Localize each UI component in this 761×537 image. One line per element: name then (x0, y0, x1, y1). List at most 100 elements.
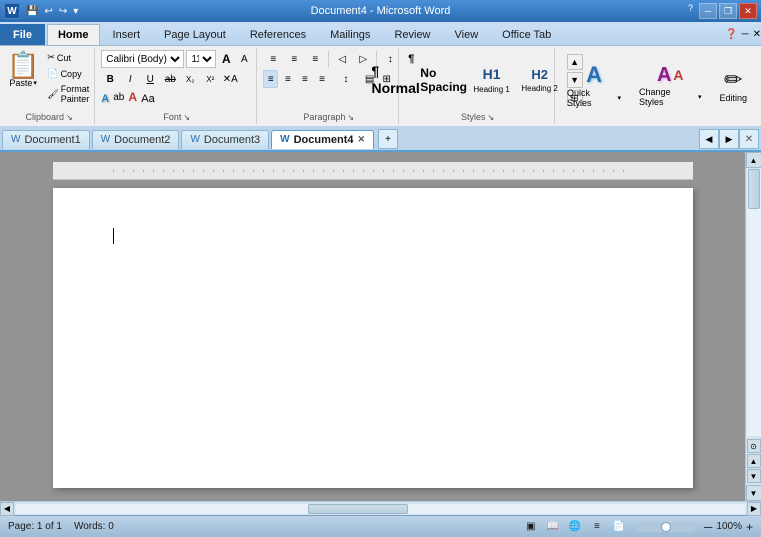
line-spacing-btn[interactable]: ↕ (338, 70, 353, 88)
font-size-select[interactable]: 11 (186, 50, 216, 68)
clear-format-btn[interactable]: ✕A (221, 70, 239, 88)
highlight-btn[interactable]: ab (113, 92, 124, 107)
clipboard-group-content: 📋 Paste ▾ ✂ Cut 📄 Copy 🖌 Format Painter (5, 50, 93, 110)
format-painter-btn[interactable]: 🖌 Format Painter (43, 82, 93, 106)
outline-btn[interactable]: ≡ (588, 519, 606, 535)
scroll-track[interactable] (747, 169, 761, 436)
tab-file[interactable]: File (0, 24, 45, 45)
prev-page-btn[interactable]: ▲ (747, 454, 761, 468)
font-color-btn[interactable]: A (128, 90, 137, 108)
cut-btn[interactable]: ✂ Cut (43, 50, 93, 65)
tab-page-layout[interactable]: Page Layout (153, 24, 237, 45)
help-icon[interactable]: ❓ (725, 29, 737, 40)
zoom-slider[interactable] (636, 522, 696, 532)
ribbon-minimize-icon[interactable]: ─ (742, 29, 749, 40)
strikethrough-btn[interactable]: ab (161, 70, 179, 88)
doc-tab-1-icon: W (11, 134, 20, 145)
scroll-select-browse-btn[interactable]: ⊙ (747, 439, 761, 453)
tab-mailings[interactable]: Mailings (319, 24, 381, 45)
doc-tab-1[interactable]: W Document1 (2, 130, 90, 149)
doc-tab-4-close[interactable]: ✕ (358, 134, 366, 145)
style-no-spacing[interactable]: No Spacing (421, 52, 467, 108)
align-center-btn[interactable]: ≡ (280, 70, 295, 88)
justify-btn[interactable]: ≡ (314, 70, 329, 88)
change-case-btn[interactable]: Aa (139, 90, 157, 108)
doc-page[interactable] (53, 188, 693, 488)
font-shrink-btn[interactable]: A (236, 50, 252, 68)
change-styles-dropdown[interactable]: ▾ (698, 93, 702, 101)
doc-tab-4[interactable]: W Document4 ✕ (271, 130, 374, 149)
tab-insert[interactable]: Insert (102, 24, 152, 45)
multilevel-btn[interactable]: ≡ (305, 50, 325, 68)
editing-btn[interactable]: ✏ Editing (713, 65, 753, 107)
tab-scroll-left-btn[interactable]: ◀ (699, 129, 719, 149)
zoom-slider-thumb[interactable] (661, 522, 671, 532)
paste-btn[interactable]: 📋 Paste ▾ (5, 50, 41, 90)
font-grow-btn[interactable]: A (218, 50, 234, 68)
tab-close-all-btn[interactable]: ✕ (739, 129, 759, 149)
redo-quick-btn[interactable]: ↪ (57, 5, 69, 18)
styles-expand-icon[interactable]: ↘ (488, 113, 495, 122)
add-tab-btn[interactable]: + (378, 129, 398, 149)
tab-view[interactable]: View (444, 24, 490, 45)
style-heading2[interactable]: H2 Heading 2 (517, 52, 563, 108)
numbering-btn[interactable]: ≡ (284, 50, 304, 68)
zoom-plus-btn[interactable]: + (746, 520, 753, 534)
decrease-indent-btn[interactable]: ◁ (332, 50, 352, 68)
align-right-btn[interactable]: ≡ (297, 70, 312, 88)
tab-home[interactable]: Home (47, 24, 100, 45)
font-expand-icon[interactable]: ↘ (183, 113, 190, 122)
restore-btn[interactable]: ❒ (719, 3, 737, 19)
style-heading1[interactable]: H1 Heading 1 (469, 52, 515, 108)
zoom-minus-btn[interactable]: ─ (704, 520, 713, 534)
format-painter-icon: 🖌 (47, 89, 58, 100)
undo-quick-btn[interactable]: ↩ (42, 5, 54, 18)
subscript-btn[interactable]: X₂ (181, 70, 199, 88)
increase-indent-btn[interactable]: ▷ (353, 50, 373, 68)
quick-styles-dropdown[interactable]: ▾ (618, 94, 622, 102)
paste-dropdown-icon[interactable]: ▾ (33, 79, 37, 87)
h-scroll-right-btn[interactable]: ▶ (747, 502, 761, 516)
draft-btn[interactable]: 📄 (610, 519, 628, 535)
next-page-btn[interactable]: ▼ (747, 469, 761, 483)
change-styles-btn[interactable]: A A Change Styles ▾ (633, 61, 707, 111)
font-family-select[interactable]: Calibri (Body) (101, 50, 184, 68)
h-scroll-thumb[interactable] (308, 504, 408, 514)
print-layout-btn[interactable]: ▣ (522, 519, 540, 535)
superscript-btn[interactable]: X² (201, 70, 219, 88)
scroll-up-btn[interactable]: ▲ (746, 152, 761, 168)
ribbon-close-icon[interactable]: ✕ (753, 29, 761, 40)
scroll-thumb[interactable] (748, 169, 760, 209)
quick-styles-btn[interactable]: A Quick Styles ▾ (561, 60, 627, 112)
change-styles-label: Change Styles ▾ (639, 87, 701, 107)
close-btn[interactable]: ✕ (739, 3, 757, 19)
tab-references[interactable]: References (239, 24, 317, 45)
bullets-btn[interactable]: ≡ (263, 50, 283, 68)
doc-tab-2-label: Document2 (114, 134, 170, 146)
underline-btn[interactable]: U (141, 70, 159, 88)
paragraph-expand-icon[interactable]: ↘ (347, 113, 354, 122)
doc-tab-3[interactable]: W Document3 (181, 130, 269, 149)
tab-review[interactable]: Review (383, 24, 441, 45)
help-btn[interactable]: ? (688, 3, 693, 19)
full-reading-btn[interactable]: 📖 (544, 519, 562, 535)
align-left-btn[interactable]: ≡ (263, 70, 278, 88)
ribbon-right-controls: ❓ ─ ✕ (725, 24, 761, 45)
web-layout-btn[interactable]: 🌐 (566, 519, 584, 535)
save-quick-btn[interactable]: 💾 (24, 5, 40, 18)
tab-office[interactable]: Office Tab (491, 24, 562, 45)
clipboard-expand-icon[interactable]: ↘ (66, 113, 73, 122)
text-effect-btn[interactable]: A (101, 93, 109, 105)
italic-btn[interactable]: I (121, 70, 139, 88)
bold-btn[interactable]: B (101, 70, 119, 88)
style-normal[interactable]: ¶ Normal (373, 52, 419, 108)
tab-scroll-right-btn[interactable]: ▶ (719, 129, 739, 149)
minimize-btn[interactable]: ─ (699, 3, 717, 19)
copy-btn[interactable]: 📄 Copy (43, 66, 93, 81)
doc-tab-2[interactable]: W Document2 (92, 130, 180, 149)
h-scroll-left-btn[interactable]: ◀ (0, 502, 14, 516)
h-scroll-track[interactable] (16, 504, 745, 514)
qa-more-btn[interactable]: ▾ (71, 5, 80, 18)
scroll-down-btn[interactable]: ▼ (746, 485, 761, 501)
doc-scroll-area[interactable] (0, 152, 745, 501)
